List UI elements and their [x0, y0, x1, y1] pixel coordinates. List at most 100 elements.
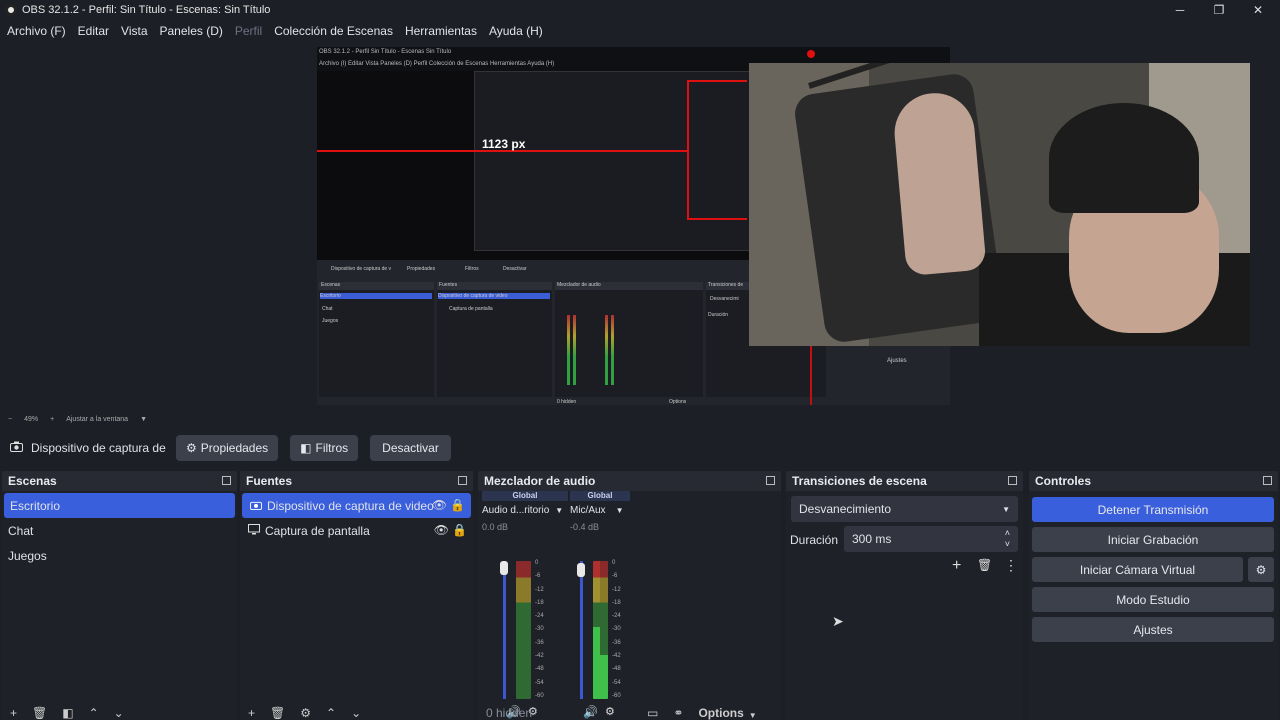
- sources-dock: Fuentes Dispositivo de captura de video …: [240, 471, 473, 720]
- volume-fader[interactable]: [503, 561, 506, 699]
- lock-icon[interactable]: 🔒: [450, 498, 465, 512]
- nested-dock-title: Mezclador de audio: [557, 282, 601, 288]
- preview-scrollbar[interactable]: [1272, 50, 1280, 400]
- move-up-icon[interactable]: ⌃: [326, 706, 336, 720]
- close-button[interactable]: ✕: [1238, 0, 1278, 20]
- nested-meter: [573, 315, 576, 385]
- transitions-title: Transiciones de escena: [792, 474, 927, 488]
- virtual-camera-settings-button[interactable]: ⚙: [1248, 557, 1274, 582]
- move-down-icon[interactable]: ⌄: [114, 706, 124, 720]
- properties-button[interactable]: ⚙ Propiedades: [176, 435, 279, 461]
- db-scale-tick: -48: [612, 666, 621, 673]
- preview-zoom-bar: − 49% + Ajustar a la ventana ▼: [0, 411, 1280, 427]
- eye-icon[interactable]: 👁: [434, 523, 449, 537]
- studio-mode-button[interactable]: Modo Estudio: [1032, 587, 1274, 612]
- options-button[interactable]: Options: [698, 706, 743, 720]
- undock-icon[interactable]: [458, 476, 467, 485]
- nested-sources-dock: [437, 282, 552, 397]
- menu-archivo[interactable]: Archivo (F): [7, 24, 66, 38]
- undock-icon[interactable]: [1008, 476, 1017, 485]
- window-icon[interactable]: ▭: [647, 706, 658, 720]
- chevron-up-icon[interactable]: ˄: [1005, 528, 1010, 538]
- fader-handle[interactable]: [577, 563, 585, 577]
- add-icon[interactable]: +: [952, 557, 961, 575]
- trash-icon[interactable]: 🗑: [270, 706, 285, 720]
- add-icon[interactable]: +: [10, 706, 17, 720]
- scene-item-chat[interactable]: Chat: [2, 518, 237, 543]
- menu-herramientas[interactable]: Herramientas: [405, 24, 477, 38]
- source-item-screen-capture[interactable]: Captura de pantalla 👁 🔒: [240, 518, 473, 543]
- trash-icon[interactable]: 🗑: [32, 706, 47, 720]
- db-scale: 0 -6 -12 -18 -24 -30 -36 -42 -48 -54 -60: [612, 557, 621, 703]
- source-item-video-capture[interactable]: Dispositivo de captura de video 👁 🔒: [242, 493, 471, 518]
- move-down-icon[interactable]: ⌄: [351, 706, 361, 720]
- menu-vista[interactable]: Vista: [121, 24, 147, 38]
- sources-toolbar: + 🗑 ⚙ ⌃ ⌄: [240, 706, 473, 720]
- mixer-title: Mezclador de audio: [484, 474, 596, 488]
- trash-icon[interactable]: 🗑: [977, 558, 992, 572]
- duration-spinbox[interactable]: 300 ms ˄ ˅: [844, 526, 1018, 552]
- hidden-count: 0 hidden: [486, 706, 533, 720]
- filters-label: Filtros: [315, 441, 349, 455]
- filters-button[interactable]: ◧ Filtros: [290, 435, 359, 461]
- transition-select[interactable]: Desvanecimiento ▼: [791, 496, 1018, 522]
- chevron-down-icon[interactable]: ▼: [555, 506, 563, 515]
- channel-db: -0.4 dB: [570, 522, 600, 532]
- lock-icon[interactable]: 🔒: [452, 523, 467, 537]
- chevron-down-icon[interactable]: ˅: [1005, 539, 1010, 549]
- nested-dock-title: Transiciones de: [708, 282, 744, 288]
- move-up-icon[interactable]: ⌃: [89, 706, 99, 720]
- add-icon[interactable]: +: [248, 706, 255, 720]
- properties-label: Propiedades: [200, 441, 269, 455]
- cursor-icon: ➤: [832, 613, 844, 629]
- undock-icon[interactable]: [1263, 476, 1272, 485]
- scenes-title: Escenas: [8, 474, 57, 488]
- nested-meter: [567, 315, 570, 385]
- zoom-mode-select[interactable]: Ajustar a la ventana: [66, 416, 128, 423]
- stop-streaming-button[interactable]: Detener Transmisión: [1032, 497, 1274, 522]
- menu-paneles[interactable]: Paneles (D): [160, 24, 223, 38]
- obs-logo-icon: [5, 4, 17, 16]
- scene-item-escritorio[interactable]: Escritorio: [4, 493, 235, 518]
- zoom-out-button[interactable]: −: [8, 416, 12, 423]
- more-icon[interactable]: ⋮: [1004, 557, 1018, 574]
- gear-icon[interactable]: ⚙: [300, 706, 311, 720]
- transitions-dock: Transiciones de escena Desvanecimiento ▼…: [786, 471, 1023, 720]
- zoom-in-button[interactable]: +: [50, 416, 54, 423]
- transition-select-value: Desvanecimiento: [799, 502, 892, 516]
- deactivate-button[interactable]: Desactivar: [370, 435, 451, 461]
- chevron-down-icon[interactable]: ▼: [749, 711, 757, 720]
- channel-global-label: Global: [482, 491, 568, 501]
- start-virtual-camera-button[interactable]: Iniciar Cámara Virtual: [1032, 557, 1243, 582]
- minimize-button[interactable]: ─: [1160, 0, 1200, 20]
- eye-icon[interactable]: 👁: [432, 498, 447, 512]
- menu-coleccion-escenas[interactable]: Colección de Escenas: [274, 24, 393, 38]
- menu-perfil[interactable]: Perfil: [235, 24, 262, 38]
- maximize-button[interactable]: ❐: [1199, 0, 1239, 20]
- chevron-down-icon[interactable]: ▼: [140, 416, 147, 423]
- fader-handle[interactable]: [500, 561, 508, 575]
- link-icon[interactable]: ⚭: [673, 706, 683, 720]
- nested-scene-item: Juegos: [322, 318, 339, 324]
- filter-icon[interactable]: ◧: [62, 706, 73, 720]
- undock-icon[interactable]: [766, 476, 775, 485]
- webcam-feed: [749, 63, 1250, 346]
- db-scale-tick: -18: [612, 599, 621, 606]
- channel-name[interactable]: Mic/Aux ▼: [570, 505, 630, 516]
- sources-dock-header: Fuentes: [240, 471, 473, 491]
- db-scale-tick: -6: [535, 573, 541, 580]
- db-scale-tick: -54: [612, 679, 621, 686]
- volume-fader[interactable]: [580, 561, 583, 699]
- start-recording-button[interactable]: Iniciar Grabación: [1032, 527, 1274, 552]
- nested-button: Propiedades: [407, 266, 436, 272]
- undock-icon[interactable]: [222, 476, 231, 485]
- measure-label: 1123 px: [482, 137, 526, 151]
- settings-button[interactable]: Ajustes: [1032, 617, 1274, 642]
- chevron-down-icon[interactable]: ▼: [616, 506, 624, 515]
- scene-item-juegos[interactable]: Juegos: [2, 543, 237, 568]
- menu-ayuda[interactable]: Ayuda (H): [489, 24, 543, 38]
- menu-editar[interactable]: Editar: [78, 24, 109, 38]
- channel-name[interactable]: Audio d...ritorio ▼: [482, 505, 568, 516]
- scenes-toolbar: + 🗑 ◧ ⌃ ⌄: [2, 706, 237, 720]
- db-scale-tick: -12: [535, 586, 544, 593]
